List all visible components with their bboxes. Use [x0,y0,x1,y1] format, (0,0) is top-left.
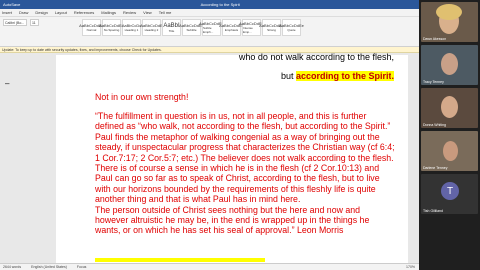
participant-name: Donna Whiting [423,123,446,127]
participant-name: Darlene Tenney [423,166,448,170]
participant-name: Dawn Akesson [423,37,447,41]
style-subtle-emphasis[interactable]: AaBbCcDdEe Subtle Emph... [199,19,224,36]
style-no-spacing[interactable]: AaBbCcDdEe No Spacing [99,19,124,36]
tab-review[interactable]: Review [123,10,136,15]
highlighted-line [95,258,265,262]
zoom-level[interactable]: 170% [406,265,419,269]
tab-draw[interactable]: Draw [19,10,28,15]
styles-gallery: AaBbCcDdEe Normal AaBbCcDdEe No Spacing Aa… [79,19,304,36]
tab-mailings[interactable]: Mailings [101,10,116,15]
participant-tile[interactable]: Donna Whiting [421,88,478,128]
style-normal[interactable]: AaBbCcDdEe Normal [79,19,104,36]
focus-button[interactable]: Focus [77,265,87,269]
doc-line-2: but according to the Spirit. [280,71,394,81]
section-heading: Not in our own strength! [95,92,189,102]
participant-video [441,96,458,118]
autosave-label[interactable]: AutoSave [3,2,20,7]
participant-name: Tish Gilliland [423,209,443,213]
participant-video [441,53,458,75]
participant-tile[interactable]: Tracy Tenney [421,45,478,85]
tab-insert[interactable]: Insert [2,10,12,15]
participant-video [443,141,458,161]
status-bar: 2644 words English (United States) Focus… [0,263,419,270]
page-marker: – [5,79,10,88]
style-subtitle[interactable]: AaBbCcDdEe Subtitle [179,19,204,36]
tab-layout[interactable]: Layout [55,10,67,15]
participant-tile[interactable]: T Tish Gilliland [421,174,478,214]
tab-view[interactable]: View [143,10,152,15]
participant-avatar: T [441,182,459,200]
quote-paragraph-1: “The fulfillment in question is in us, n… [95,111,395,205]
language-indicator[interactable]: English (United States) [31,265,67,269]
document-page[interactable]: who do not walk according to the flesh, … [56,52,408,263]
font-size-select[interactable]: 11 [30,19,39,26]
highlighted-phrase: according to the Spirit [295,71,392,81]
style-title[interactable]: AaBbI Title [162,19,181,36]
tab-references[interactable]: References [74,10,94,15]
document-canvas: – who do not walk according to the flesh… [0,52,419,263]
participant-name: Tracy Tenney [423,80,444,84]
style-strong[interactable]: AaBbCcDdEe Strong [259,19,284,36]
participant-hair [436,4,462,20]
style-quote[interactable]: AaBbCcDdEe Quote [279,19,304,36]
ribbon: Calibri (Bo... 11 AaBbCcDdEe Normal AaBbC… [0,17,419,47]
font-name-select[interactable]: Calibri (Bo... [3,19,27,26]
doc-line-1: who do not walk according to the flesh, [238,52,394,62]
participant-tile[interactable]: Darlene Tenney [421,131,478,171]
quote-block: “The fulfillment in question is in us, n… [95,111,395,236]
quote-paragraph-2: The person outside of Christ sees nothin… [95,204,370,236]
style-heading-1[interactable]: AaBbCcDc Heading 1 [122,19,141,36]
video-participants-panel: Dawn Akesson Tracy Tenney Donna Whiting … [419,0,480,270]
style-emphasis[interactable]: AaBbCcDdEe Emphasis [219,19,244,36]
style-intense-emphasis[interactable]: AaBbCcDdEe Intense Emp... [239,19,264,36]
style-heading-2[interactable]: AaBbCcDdE Heading 2 [140,19,163,36]
participant-tile[interactable]: Dawn Akesson [421,2,478,42]
word-count[interactable]: 2644 words [3,265,21,269]
tab-design[interactable]: Design [35,10,47,15]
title-bar: AutoSave According to the Spirit [0,0,419,9]
tell-me-search[interactable]: Tell me [159,10,172,15]
ribbon-tabs: Insert Draw Design Layout References Mai… [0,9,419,17]
word-window: AutoSave According to the Spirit Insert … [0,0,419,270]
document-title: According to the Spirit [200,2,240,7]
